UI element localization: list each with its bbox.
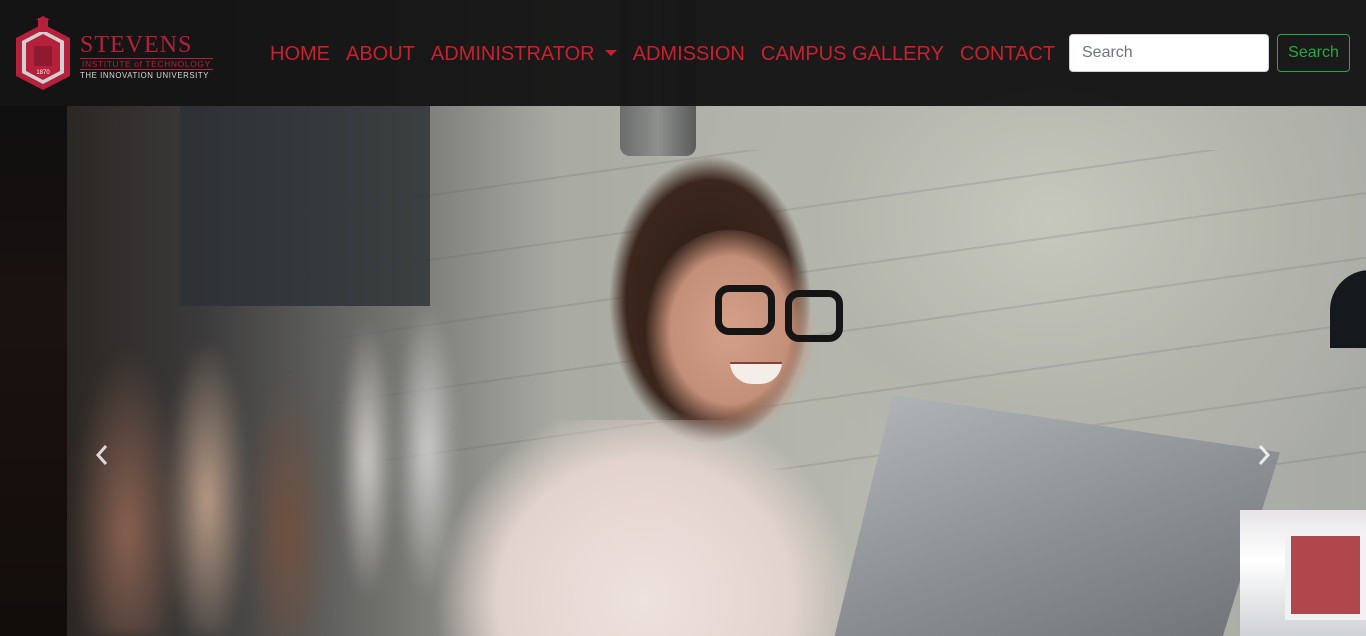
desk-red-box	[1285, 530, 1366, 620]
carousel-prev-button[interactable]	[87, 440, 117, 470]
search-form: Search	[1069, 34, 1350, 72]
brand-name: STEVENS	[80, 32, 193, 58]
brand-subtitle: INSTITUTE of TECHNOLOGY	[80, 58, 213, 70]
nav-dropdown-administrator[interactable]: ADMINISTRATOR	[423, 40, 625, 68]
carousel-left-edge	[0, 106, 67, 636]
nav-link-campus-gallery[interactable]: CAMPUS GALLERY	[753, 40, 952, 68]
chevron-left-icon	[95, 445, 108, 465]
nav-dropdown-label: ADMINISTRATOR	[430, 43, 595, 65]
nav-link-contact[interactable]: CONTACT	[952, 40, 1063, 68]
search-input[interactable]	[1069, 34, 1269, 72]
blurred-paintbrushes	[67, 200, 497, 636]
chevron-right-icon	[1258, 445, 1271, 465]
glasses-right-lens	[785, 290, 843, 342]
glasses-left-lens	[715, 285, 775, 335]
nav-link-home[interactable]: HOME	[262, 40, 338, 68]
caret-down-icon	[604, 49, 617, 56]
brand-tagline: THE INNOVATION UNIVERSITY	[80, 71, 210, 80]
search-button[interactable]: Search	[1277, 34, 1350, 72]
svg-text:1870: 1870	[36, 70, 50, 76]
main-nav: HOME ABOUT ADMINISTRATOR ADMISSION CAMPU…	[262, 40, 1063, 68]
nav-link-admission[interactable]: ADMISSION	[625, 40, 753, 68]
top-navbar: 1870 STEVENS INSTITUTE of TECHNOLOGY THE…	[0, 0, 1366, 106]
nav-link-about[interactable]: ABOUT	[338, 40, 423, 68]
carousel-next-button[interactable]	[1249, 440, 1279, 470]
brand-logo-link[interactable]: 1870 STEVENS INSTITUTE of TECHNOLOGY THE…	[14, 16, 219, 92]
person-shirt	[435, 420, 855, 636]
stevens-shield-logo-icon: 1870	[16, 16, 70, 90]
